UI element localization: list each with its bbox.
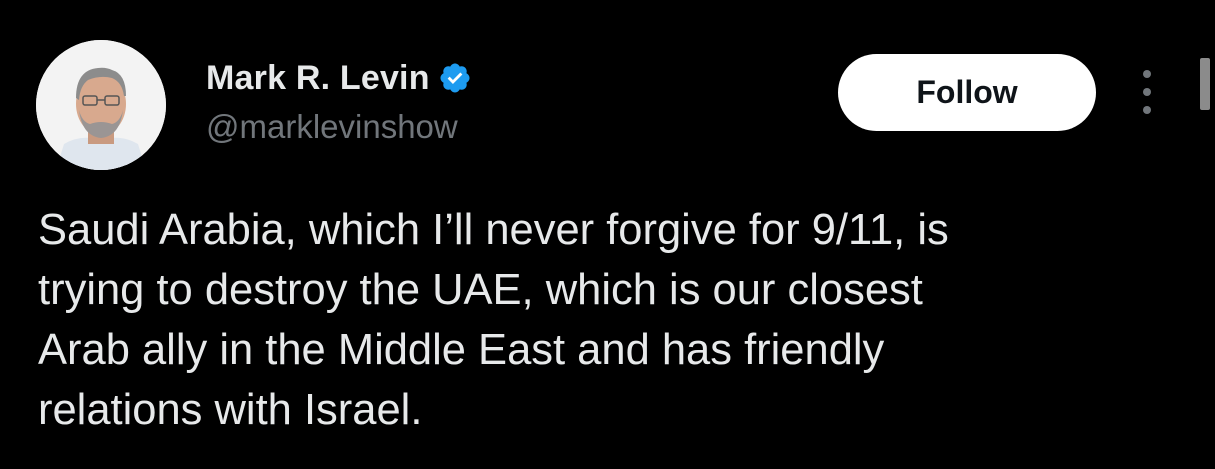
tweet-text-line: Saudi Arabia, which I’ll never forgive f… (38, 206, 949, 254)
more-dot (1143, 70, 1151, 78)
avatar-portrait-icon (36, 40, 166, 170)
tweet-text-line: trying to destroy the UAE, which is our … (38, 266, 923, 314)
follow-button[interactable]: Follow (838, 54, 1096, 131)
tweet-text: Saudi Arabia, which I’ll never forgive f… (38, 200, 1188, 440)
author-display-name[interactable]: Mark R. Levin (206, 59, 430, 98)
tweet-text-line: Arab ally in the Middle East and has fri… (38, 326, 885, 374)
more-dot (1143, 88, 1151, 96)
more-dot (1143, 106, 1151, 114)
more-options-icon[interactable] (1132, 70, 1162, 114)
author-avatar[interactable] (36, 40, 166, 170)
tweet-card: Mark R. Levin @marklevinshow Follow Saud… (0, 0, 1215, 469)
scrollbar-thumb[interactable] (1200, 58, 1210, 110)
tweet-text-line: relations with Israel. (38, 386, 423, 434)
author-handle[interactable]: @marklevinshow (206, 108, 458, 146)
verified-badge-icon[interactable] (438, 61, 472, 95)
author-name-row: Mark R. Levin (206, 56, 472, 100)
